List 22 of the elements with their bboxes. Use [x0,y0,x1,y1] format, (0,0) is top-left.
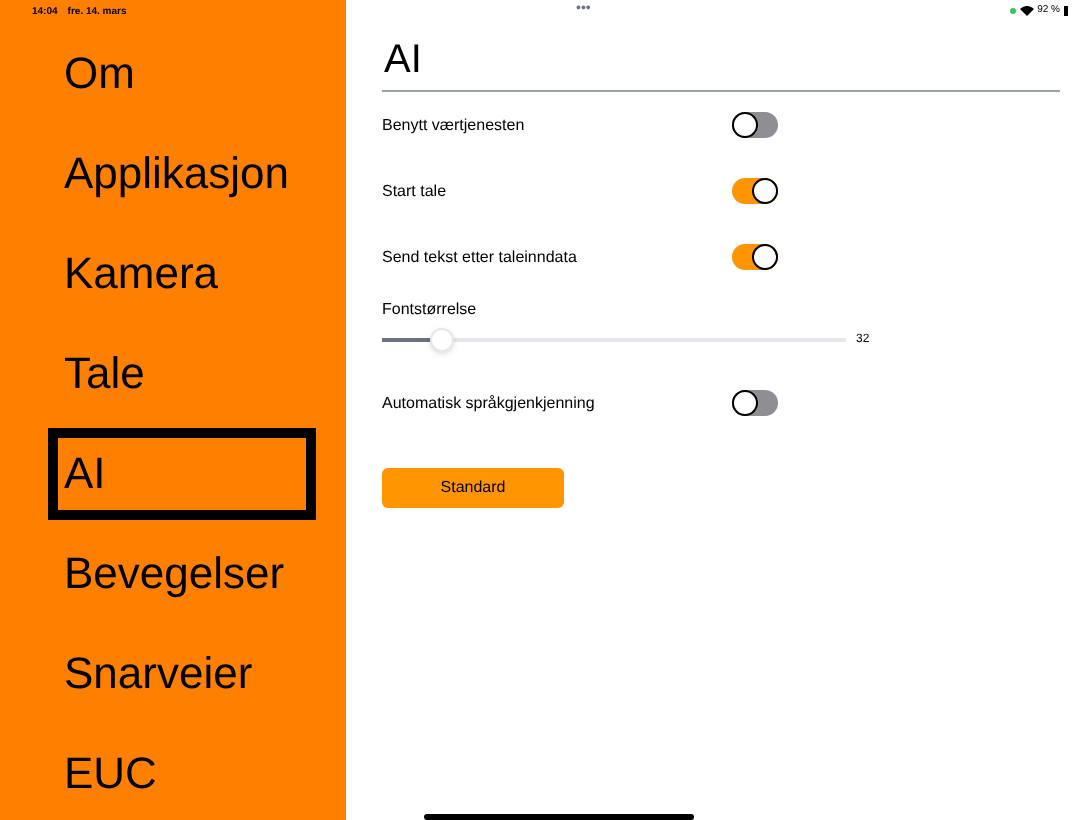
setting-label: Send tekst etter taleinndata [382,245,579,269]
sidebar-item[interactable]: Applikasjon [48,128,316,220]
sidebar-item[interactable]: Om [48,28,316,120]
sidebar-item[interactable]: Bevegelser [48,528,316,620]
sidebar-item[interactable]: EUC [48,728,316,820]
slider-track[interactable] [382,328,846,352]
sidebar-item[interactable]: AI [48,428,316,520]
wifi-icon [1019,6,1034,16]
toggle-switch[interactable] [732,390,778,416]
slider-thumb[interactable] [430,328,455,352]
toggle-switch[interactable] [732,244,778,270]
sidebar-item[interactable]: Snarveier [48,628,316,720]
toggle-switch[interactable] [732,112,778,138]
setting-label: Automatisk språkgjenkjenning [382,391,597,415]
sidebar-item[interactable]: Kamera [48,228,316,320]
setting-label: Start tale [382,179,449,203]
sidebar-item[interactable]: Tale [48,328,316,420]
toggle-switch[interactable] [732,178,778,204]
standard-button[interactable]: Standard [382,468,564,508]
setting-label: Fontstørrelse [382,298,479,322]
page-title: AI [382,36,424,84]
setting-label: Benytt værtjenesten [382,113,527,137]
